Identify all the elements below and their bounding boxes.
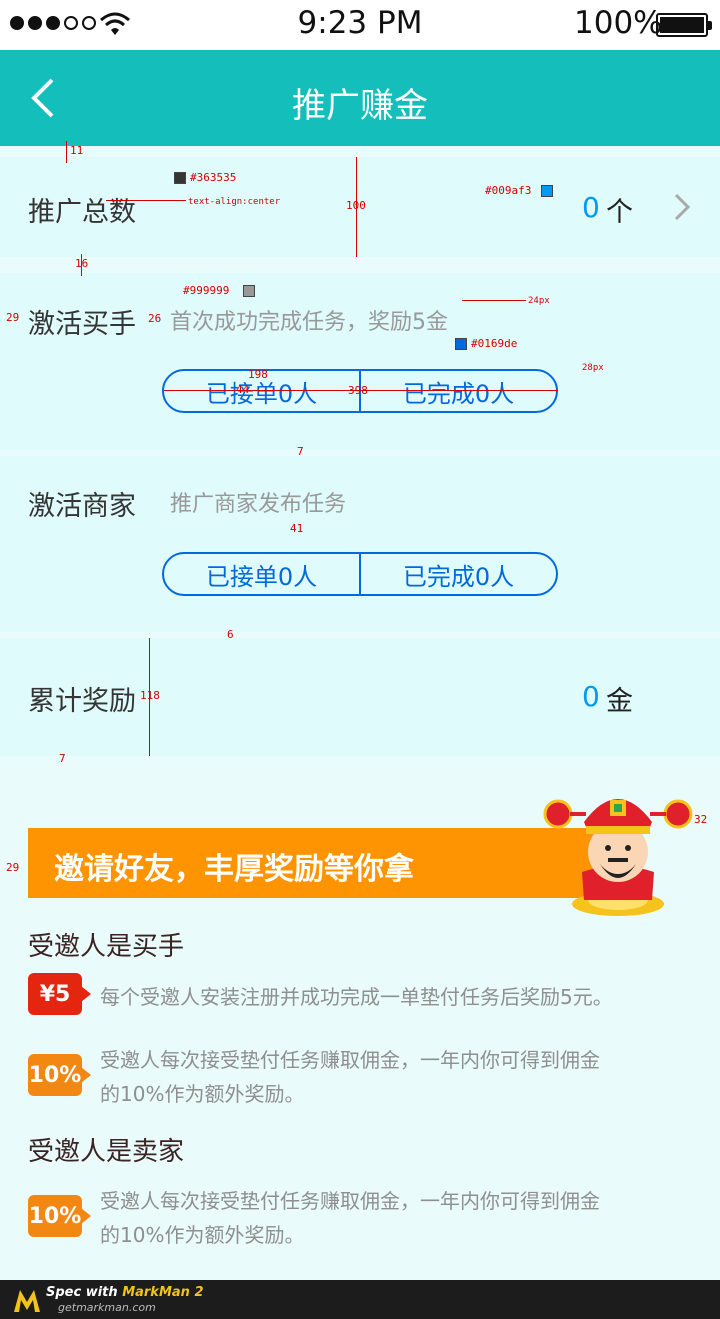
battery-percent: 100% <box>574 5 663 41</box>
invite-banner: 邀请好友，丰厚奖励等你拿 <box>28 828 628 898</box>
nav-bar: 推广赚金 <box>0 50 720 146</box>
reward-label: 累计奖励 <box>28 686 136 717</box>
seller-commission-desc-line1: 受邀人每次接受垫付任务赚取佣金，一年内你可得到佣金 <box>100 1189 600 1213</box>
total-unit: 个 <box>606 197 633 228</box>
annotation-26: 26 <box>148 312 162 325</box>
merchant-label: 激活商家 <box>28 491 136 522</box>
annotation-color-363535: #363535 <box>190 171 237 184</box>
footer-url: getmarkman.com <box>58 1301 156 1314</box>
annotation-11: 11 <box>70 144 84 157</box>
annotation-118: 118 <box>140 689 160 702</box>
reward-row: 累计奖励 0 金 <box>0 638 720 756</box>
annotation-6: 6 <box>227 628 234 641</box>
buyer-completed-button[interactable]: 已完成0人 <box>359 371 556 411</box>
annotation-28px: 28px <box>582 363 604 373</box>
annotation-29: 29 <box>6 311 20 324</box>
total-value: 0 <box>582 191 600 224</box>
activate-buyer-section: 激活买手 首次成功完成任务，奖励5金 已接单0人 已完成0人 <box>0 273 720 450</box>
annotation-24px: 24px <box>528 296 550 306</box>
footer-spec-text: Spec with MarkMan 2 <box>46 1285 204 1300</box>
buyer-label: 激活买手 <box>28 309 136 340</box>
seller-commission-desc-line2: 的10%作为额外奖励。 <box>100 1223 305 1247</box>
total-label: 推广总数 <box>28 197 136 228</box>
markman-footer: Spec with MarkMan 2 getmarkman.com <box>0 1280 720 1319</box>
annotation-line <box>164 390 558 391</box>
merchant-completed-button[interactable]: 已完成0人 <box>359 554 556 594</box>
annotation-198: 198 <box>248 368 268 381</box>
annotation-32: 32 <box>694 813 708 826</box>
annotation-color-999999: #999999 <box>183 284 230 297</box>
merchant-stats-pill: 已接单0人 已完成0人 <box>162 552 558 596</box>
buyer-commission-desc-line1: 受邀人每次接受垫付任务赚取佣金，一年内你可得到佣金 <box>100 1048 600 1072</box>
commission-10-badge: 10% <box>28 1054 91 1096</box>
seller-invitee-title: 受邀人是卖家 <box>28 1137 185 1167</box>
annotation-line <box>106 200 186 201</box>
merchant-hint: 推广商家发布任务 <box>170 492 347 517</box>
annotation-100: 100 <box>346 199 366 212</box>
color-swatch-999999 <box>243 285 255 297</box>
color-swatch-363535 <box>174 172 186 184</box>
annotation-text-align: text-align:center <box>188 197 281 207</box>
annotation-line <box>462 300 526 301</box>
annotation-line <box>81 254 82 276</box>
page-title: 推广赚金 <box>292 86 428 126</box>
reward-5-badge: ¥5 <box>28 973 91 1015</box>
annotation-color-0169de: #0169de <box>471 337 518 350</box>
annotation-29b: 29 <box>6 861 20 874</box>
merchant-accepted-button[interactable]: 已接单0人 <box>164 554 359 594</box>
buyer-invitee-title: 受邀人是买手 <box>28 932 185 962</box>
status-bar: 9:23 PM 100% <box>0 0 720 50</box>
mascot-illustration <box>543 799 693 916</box>
activate-merchant-section: 激活商家 推广商家发布任务 已接单0人 已完成0人 <box>0 456 720 632</box>
reward-unit: 金 <box>606 686 633 717</box>
chevron-right-icon[interactable] <box>672 192 692 222</box>
annotation-41: 41 <box>290 522 304 535</box>
banner-text: 邀请好友，丰厚奖励等你拿 <box>54 852 414 887</box>
annotation-7b: 7 <box>59 752 66 765</box>
markman-logo-icon <box>14 1290 40 1312</box>
battery-icon <box>656 13 712 37</box>
seller-commission-10-badge: 10% <box>28 1195 91 1237</box>
color-swatch-0169de <box>455 338 467 350</box>
color-swatch-009af3 <box>541 185 553 197</box>
annotation-7: 7 <box>297 445 304 458</box>
buyer-commission-desc-line2: 的10%作为额外奖励。 <box>100 1082 305 1106</box>
reward-value: 0 <box>582 680 600 713</box>
buyer-hint: 首次成功完成任务，奖励5金 <box>170 310 448 335</box>
buyer-reward-desc: 每个受邀人安装注册并成功完成一单垫付任务后奖励5元。 <box>100 985 613 1009</box>
annotation-color-009af3: #009af3 <box>485 184 532 197</box>
annotation-line <box>66 141 67 163</box>
